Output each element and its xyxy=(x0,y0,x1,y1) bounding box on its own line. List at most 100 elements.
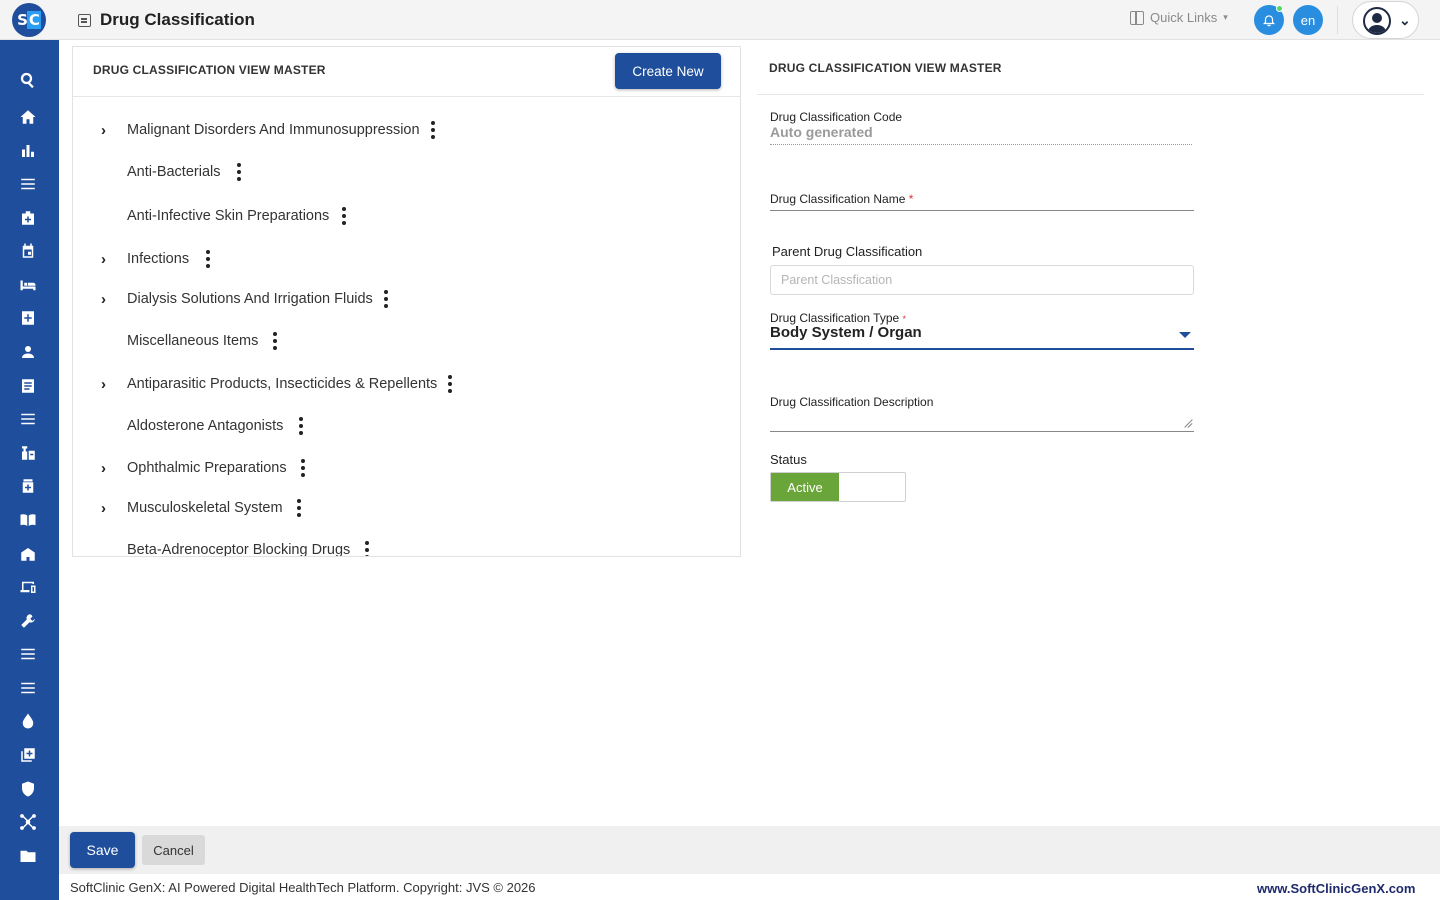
building-icon[interactable] xyxy=(18,544,38,564)
home-icon[interactable] xyxy=(18,107,38,127)
devices-icon[interactable] xyxy=(18,577,38,597)
bar-chart-icon[interactable] xyxy=(18,141,38,161)
medical-plus-icon[interactable] xyxy=(18,308,38,328)
add-box-icon[interactable] xyxy=(18,745,38,765)
tree-item[interactable]: Anti-Bacterials xyxy=(73,157,740,187)
language-button[interactable]: en xyxy=(1293,5,1323,35)
more-options-icon[interactable] xyxy=(298,417,304,435)
code-field-underline xyxy=(770,144,1192,145)
required-mark: * xyxy=(908,192,914,206)
tree-item[interactable]: › Musculoskeletal System xyxy=(73,493,740,523)
footer-copyright: SoftClinic GenX: AI Powered Digital Heal… xyxy=(70,880,536,895)
description-textarea[interactable] xyxy=(770,431,1194,432)
app-logo[interactable]: SC xyxy=(12,3,46,37)
search-icon[interactable] xyxy=(18,70,38,90)
tree-item-label[interactable]: Anti-Bacterials xyxy=(127,164,220,180)
chevron-right-icon[interactable]: › xyxy=(101,376,115,393)
chevron-right-icon[interactable]: › xyxy=(101,122,115,139)
gift-icon xyxy=(1130,10,1144,25)
network-icon[interactable] xyxy=(18,812,38,832)
user-menu[interactable]: ⌄ xyxy=(1352,1,1419,39)
more-options-icon[interactable] xyxy=(205,250,211,268)
more-options-icon[interactable] xyxy=(272,332,278,350)
more-options-icon[interactable] xyxy=(430,121,436,139)
drop-icon[interactable] xyxy=(18,711,38,731)
name-field-label-text: Drug Classification Name xyxy=(770,192,906,206)
type-select-value[interactable]: Body System / Organ xyxy=(770,324,922,341)
more-options-icon[interactable] xyxy=(296,499,302,517)
form-panel-title: DRUG CLASSIFICATION VIEW MASTER xyxy=(769,61,1002,75)
tree-item-label[interactable]: Malignant Disorders And Immunosuppressio… xyxy=(127,122,420,138)
more-options-icon[interactable] xyxy=(300,459,306,477)
tree-item[interactable]: Aldosterone Antagonists xyxy=(73,411,740,441)
type-field-label-text: Drug Classification Type xyxy=(770,311,900,325)
medical-bag-icon[interactable] xyxy=(18,208,38,228)
cancel-button[interactable]: Cancel xyxy=(142,835,205,865)
menu-icon[interactable] xyxy=(18,409,38,429)
more-options-icon[interactable] xyxy=(236,163,242,181)
tree-item[interactable]: › Infections xyxy=(73,244,740,274)
calendar-icon[interactable] xyxy=(18,241,38,261)
tree-item[interactable]: › Ophthalmic Preparations xyxy=(73,453,740,483)
tree-item-label[interactable]: Aldosterone Antagonists xyxy=(127,418,283,434)
menu-icon[interactable] xyxy=(18,644,38,664)
save-button[interactable]: Save xyxy=(70,832,135,868)
name-field-label: Drug Classification Name * xyxy=(770,192,913,206)
description-field-label: Drug Classification Description xyxy=(770,395,934,409)
quick-links-menu[interactable]: Quick Links ▾ xyxy=(1130,10,1228,25)
type-select-underline xyxy=(770,348,1194,350)
more-options-icon[interactable] xyxy=(447,375,453,393)
action-bar xyxy=(59,826,1440,874)
medicine-icon[interactable] xyxy=(18,476,38,496)
create-new-button[interactable]: Create New xyxy=(615,53,721,89)
document-list-icon[interactable] xyxy=(18,376,38,396)
chevron-right-icon[interactable]: › xyxy=(101,251,115,268)
wrench-icon[interactable] xyxy=(18,611,38,631)
status-label: Status xyxy=(770,452,807,467)
bed-icon[interactable] xyxy=(18,275,38,295)
required-mark: * xyxy=(902,314,907,324)
chevron-right-icon[interactable]: › xyxy=(101,291,115,308)
tree-item-label[interactable]: Ophthalmic Preparations xyxy=(127,460,287,476)
tree-item-label[interactable]: Anti-Infective Skin Preparations xyxy=(127,208,329,224)
notification-dot xyxy=(1276,5,1283,12)
menu-icon[interactable] xyxy=(18,174,38,194)
tree-item[interactable]: Anti-Infective Skin Preparations xyxy=(73,201,740,231)
tree-item-label[interactable]: Antiparasitic Products, Insecticides & R… xyxy=(127,376,437,392)
tree-item-label[interactable]: Miscellaneous Items xyxy=(127,333,258,349)
more-options-icon[interactable] xyxy=(364,541,370,556)
tree-item-label[interactable]: Beta-Adrenoceptor Blocking Drugs xyxy=(127,542,350,556)
shield-icon[interactable] xyxy=(18,779,38,799)
book-icon[interactable] xyxy=(18,510,38,530)
tree-item[interactable]: › Antiparasitic Products, Insecticides &… xyxy=(73,369,740,399)
header-divider xyxy=(1337,6,1338,34)
parent-field-label: Parent Drug Classification xyxy=(772,244,923,259)
page-title: Drug Classification xyxy=(100,10,255,29)
status-active-option[interactable]: Active xyxy=(771,473,839,501)
status-toggle[interactable]: Active xyxy=(770,472,906,502)
tree-item[interactable]: › Dialysis Solutions And Irrigation Flui… xyxy=(73,284,740,314)
caret-down-icon: ▾ xyxy=(1223,12,1228,22)
tree-item-label[interactable]: Dialysis Solutions And Irrigation Fluids xyxy=(127,291,373,307)
person-icon[interactable] xyxy=(18,342,38,362)
tree-item[interactable]: › Malignant Disorders And Immunosuppress… xyxy=(73,115,740,145)
tree-item[interactable]: Miscellaneous Items xyxy=(73,326,740,356)
menu-icon[interactable] xyxy=(18,678,38,698)
tree-item[interactable]: Beta-Adrenoceptor Blocking Drugs xyxy=(73,535,740,556)
resize-handle-icon[interactable] xyxy=(1183,419,1192,428)
tree-item-label[interactable]: Infections xyxy=(127,251,189,267)
caret-down-icon[interactable] xyxy=(1179,332,1191,338)
parent-classification-input[interactable] xyxy=(770,265,1194,295)
bell-icon xyxy=(1262,15,1276,27)
more-options-icon[interactable] xyxy=(383,290,389,308)
chevron-right-icon[interactable]: › xyxy=(101,500,115,517)
footer-website-link[interactable]: www.SoftClinicGenX.com xyxy=(1257,881,1415,896)
more-options-icon[interactable] xyxy=(341,207,347,225)
tree-item-label[interactable]: Musculoskeletal System xyxy=(127,500,283,516)
type-field-label: Drug Classification Type * xyxy=(770,311,906,325)
folder-icon[interactable] xyxy=(18,846,38,866)
chevron-right-icon[interactable]: › xyxy=(101,460,115,477)
page-icon xyxy=(78,14,91,27)
name-field-input[interactable] xyxy=(770,210,1194,211)
pharmacy-icon[interactable] xyxy=(18,443,38,463)
